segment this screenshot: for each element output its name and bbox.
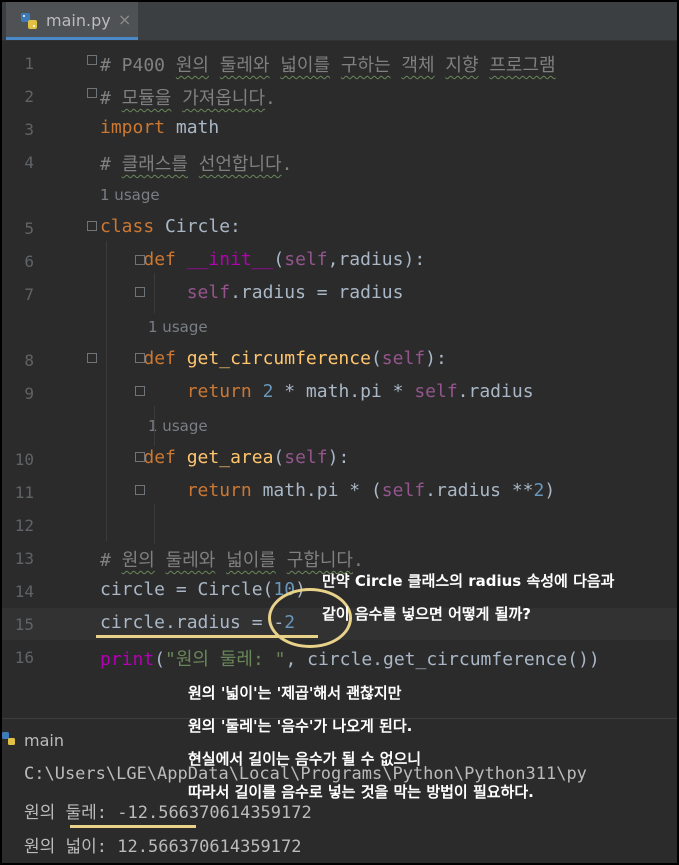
code-line[interactable]: def get_circumference(self): [100, 348, 446, 369]
fold-marker-icon[interactable] [135, 353, 145, 363]
fold-marker-icon[interactable] [135, 255, 145, 265]
code-line[interactable]: class Circle: [100, 216, 241, 237]
line-number: 3 [24, 120, 34, 139]
line-number: 15 [14, 615, 34, 634]
indent-guide [154, 406, 155, 446]
annotation-text-6: 따라서 길이를 음수로 넣는 것을 막는 방법이 필요하다. [188, 783, 534, 801]
indent-guide [106, 241, 107, 541]
line-number: 16 [14, 648, 34, 667]
code-line[interactable]: circle = Circle(10) [100, 579, 306, 600]
fold-marker-icon[interactable] [87, 55, 97, 65]
code-line[interactable]: circle.radius = -2 [100, 612, 295, 633]
line-number: 8 [24, 351, 34, 370]
python-file-icon [21, 13, 37, 29]
line-number: 9 [24, 384, 34, 403]
usage-hint[interactable]: 1 usage [148, 318, 208, 336]
fold-marker-icon[interactable] [135, 287, 145, 297]
code-line[interactable]: print("원의 둘레: ", circle.get_circumferenc… [100, 645, 600, 671]
annotation-text-4: 원의 '둘레'는 '음수'가 나오게 된다. [188, 717, 413, 735]
line-number: 5 [24, 219, 34, 238]
line-number: 7 [24, 285, 34, 304]
line-number: 10 [14, 450, 34, 469]
annotation-text-1: 만약 Circle 클래스의 radius 속성에 다음과 [322, 572, 615, 590]
console-line-area: 원의 넓이: 12.566370614359172 [24, 837, 302, 857]
code-line[interactable]: return 2 * math.pi * self.radius [100, 381, 534, 402]
code-line[interactable]: return math.pi * (self.radius **2) [100, 480, 556, 501]
line-number: 12 [14, 516, 34, 535]
code-line[interactable]: # 모듈을 가져옵니다. [100, 84, 276, 110]
line-number: 1 [24, 54, 34, 73]
annotation-underline-code [96, 635, 318, 638]
fold-marker-icon[interactable] [87, 88, 97, 98]
fold-marker-icon[interactable] [135, 452, 145, 462]
line-number: 14 [14, 582, 34, 601]
tab-bar: main.py × [2, 2, 677, 41]
run-console[interactable]: C:\Users\LGE\AppData\Local\Programs\Pyth… [2, 754, 677, 863]
code-line[interactable]: # 원의 둘레와 넓이를 구합니다. [100, 546, 364, 572]
ide-window: main.py × 1 # P400 원의 둘레와 넓이를 구하는 객체 지향 프… [2, 2, 677, 863]
code-line[interactable]: def __init__(self,radius): [100, 249, 425, 270]
annotation-text-2: 같이 음수를 넣으면 어떻게 될까? [322, 605, 531, 623]
close-tab-icon[interactable]: × [118, 10, 131, 29]
line-number: 13 [14, 549, 34, 568]
line-number: 6 [24, 252, 34, 271]
line-number: 11 [14, 483, 34, 502]
usage-hint[interactable]: 1 usage [100, 186, 160, 204]
python-run-icon [2, 732, 15, 745]
code-line[interactable]: self.radius = radius [100, 282, 404, 303]
annotation-text-5: 현실에서 길이는 음수가 될 수 없으니 [188, 750, 422, 768]
line-number: 4 [24, 153, 34, 172]
code-line[interactable]: # 클래스를 선언합니다. [100, 150, 292, 176]
indent-guide [154, 273, 155, 313]
fold-marker-icon[interactable] [87, 221, 97, 231]
tab-filename: main.py [46, 11, 111, 30]
run-config-name[interactable]: main [24, 731, 64, 750]
line-number: 2 [24, 87, 34, 106]
annotation-text-3: 원의 '넓이'는 '제곱'해서 괜찮지만 [188, 684, 402, 702]
indent-guide [154, 504, 155, 544]
code-line[interactable]: # P400 원의 둘레와 넓이를 구하는 객체 지향 프로그램 [100, 51, 556, 77]
fold-marker-icon[interactable] [135, 386, 145, 396]
usage-hint[interactable]: 1 usage [148, 417, 208, 435]
code-line[interactable]: import math [100, 117, 219, 138]
fold-marker-icon[interactable] [135, 485, 145, 495]
fold-marker-icon[interactable] [87, 353, 97, 363]
tab-main-py[interactable]: main.py × [6, 2, 138, 40]
annotation-underline-output [70, 825, 196, 828]
